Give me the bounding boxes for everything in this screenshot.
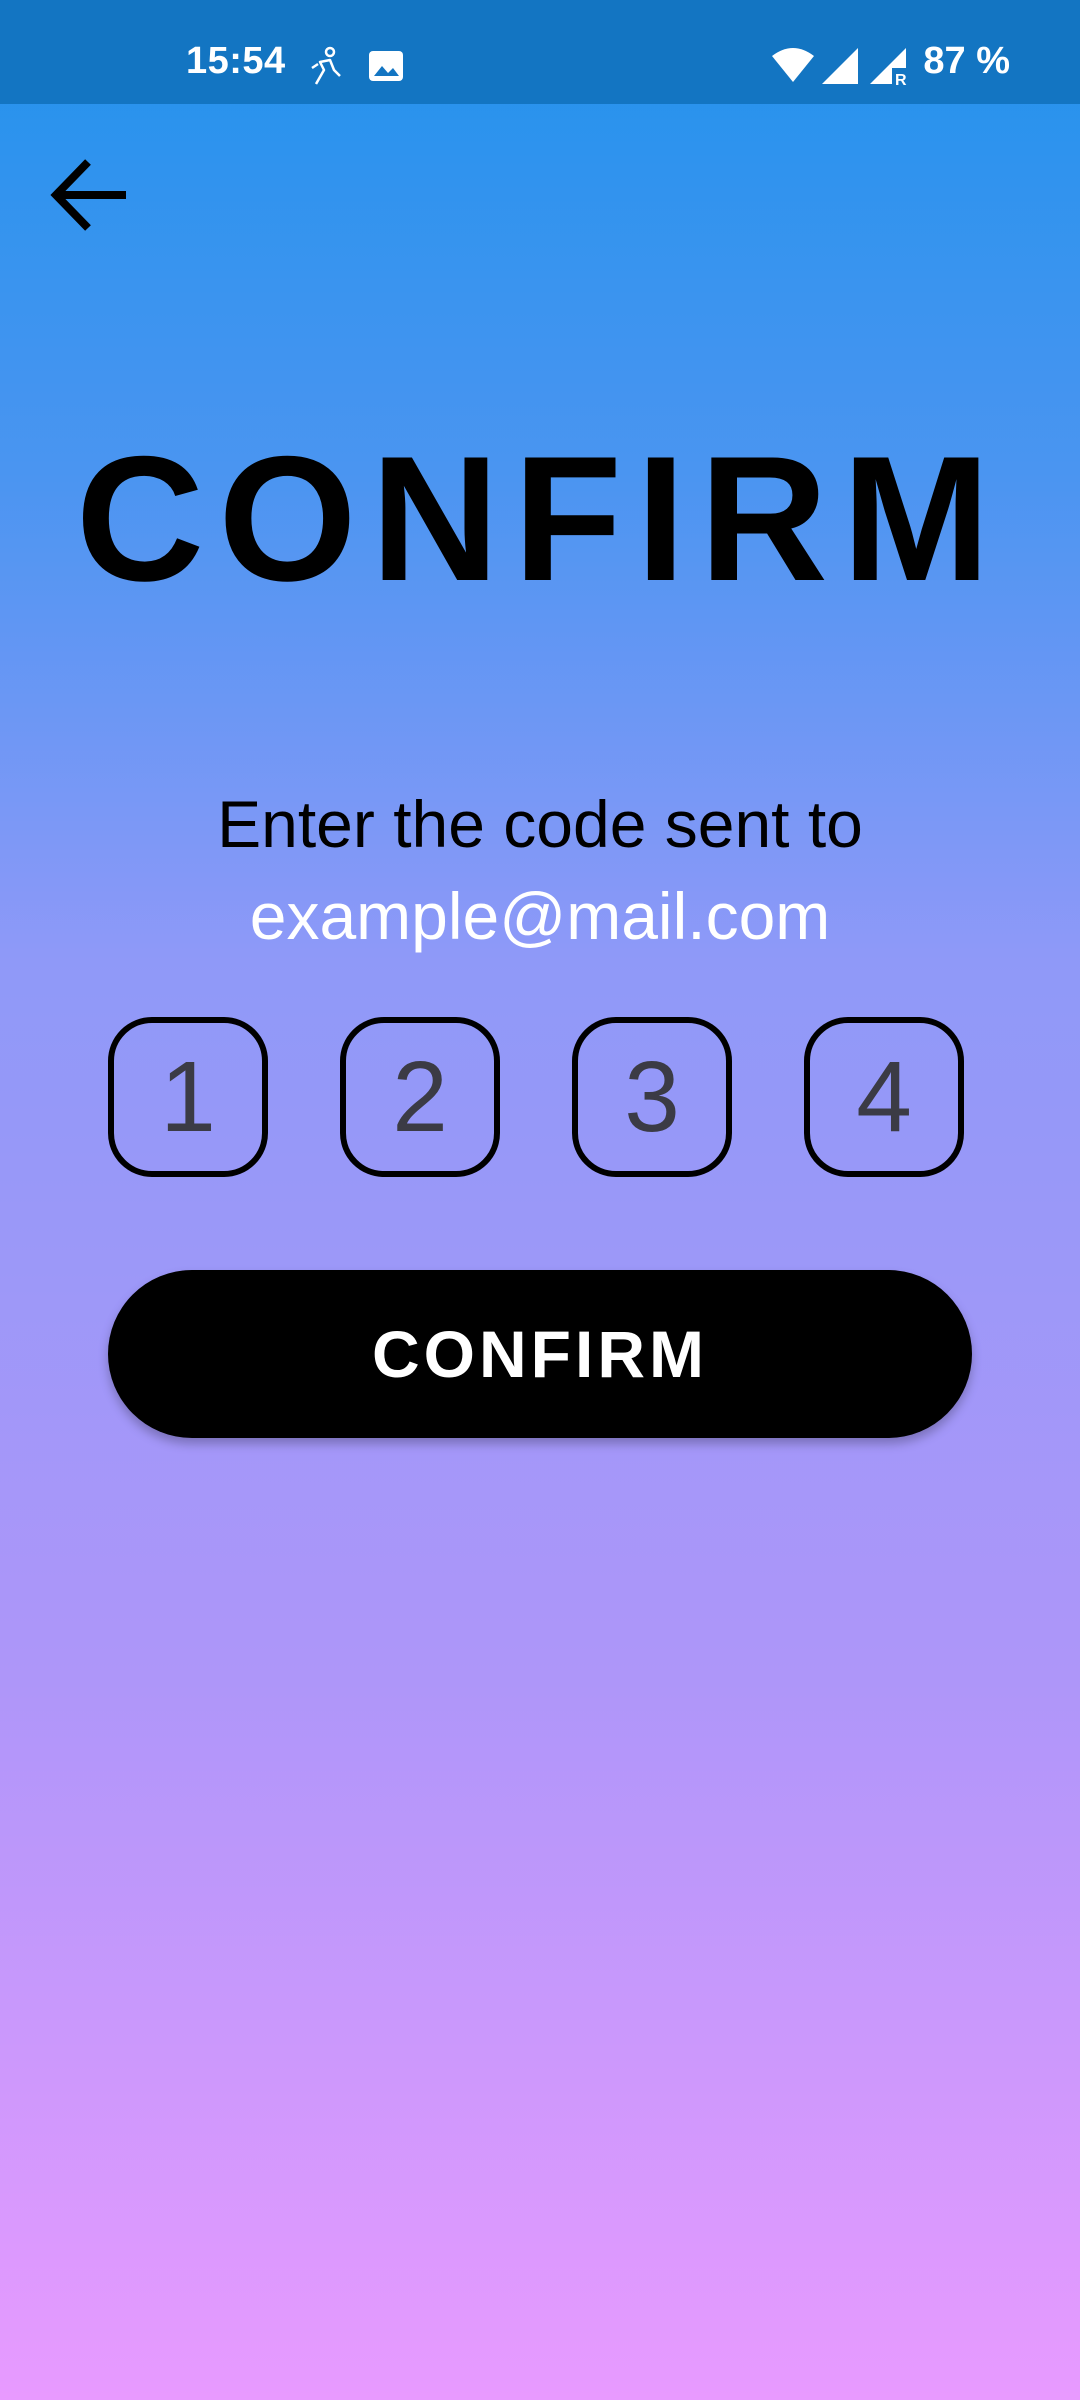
page-title: CONFIRM (75, 419, 1005, 618)
confirm-button-label: CONFIRM (372, 1317, 708, 1391)
confirm-screen: 15:54 R 87 % CONFIRM Enter the code sent… (0, 0, 1080, 2400)
image-icon (369, 51, 403, 81)
battery-percentage: 87 % (923, 40, 1010, 82)
signal-icon (822, 48, 858, 84)
wifi-icon (772, 48, 814, 82)
svg-text:R: R (895, 72, 907, 86)
code-digit-1-input[interactable]: 1 (108, 1017, 268, 1177)
code-digit-2-input[interactable]: 2 (340, 1017, 500, 1177)
confirm-button[interactable]: CONFIRM (108, 1270, 972, 1438)
back-button[interactable] (46, 152, 136, 242)
activity-icon (311, 46, 341, 85)
status-time: 15:54 (186, 40, 286, 82)
arrow-left-icon (50, 159, 126, 231)
code-digit-3-input[interactable]: 3 (572, 1017, 732, 1177)
email-address: example@mail.com (249, 879, 831, 953)
code-digit-4-input[interactable]: 4 (804, 1017, 964, 1177)
status-bar: 15:54 R 87 % (0, 0, 1080, 104)
instruction-text: Enter the code sent to (217, 787, 863, 861)
signal-roaming-icon: R (870, 48, 912, 86)
